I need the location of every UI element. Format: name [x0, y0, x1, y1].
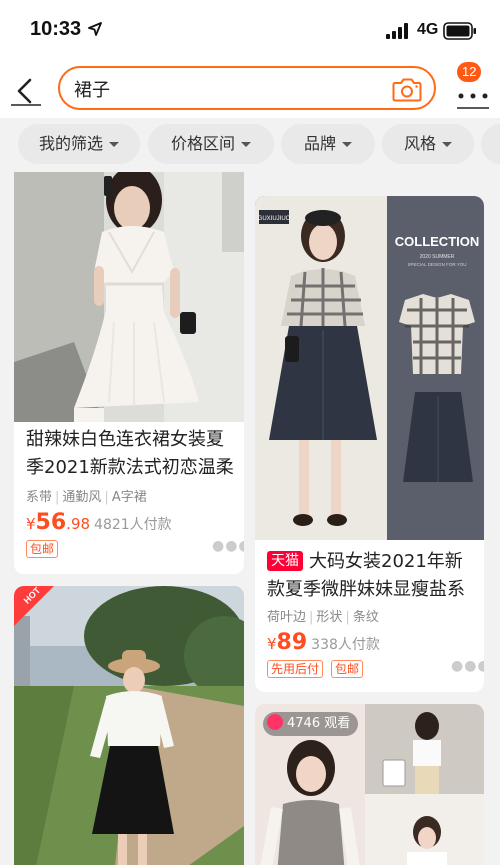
sold-count: 338人付款 [311, 637, 380, 653]
price-row: ¥89 338人付款 [267, 630, 380, 655]
product-title: 天猫 大码女装2021年新 款夏季微胖妹妹显瘦盐系 [267, 548, 484, 604]
caret-down-icon [109, 142, 119, 147]
product-tag: 形状 [316, 610, 343, 625]
product-title-line: 款夏季微胖妹妹显瘦盐系 [267, 579, 465, 600]
status-bar: 10:33 4G [0, 0, 500, 60]
product-tag: 荷叶边 [267, 610, 307, 625]
live-viewers-badge: 4746 观看 [263, 712, 359, 736]
pay-later-tag: 先用后付 [267, 660, 324, 678]
price-currency: ¥ [267, 635, 277, 653]
free-shipping-tag: 包邮 [26, 540, 59, 558]
image-subheading: 2020 SUMMER [420, 254, 455, 260]
product-card[interactable]: HOT [14, 586, 244, 865]
price-integer: 89 [276, 630, 308, 655]
tmall-badge: 天猫 [267, 551, 303, 571]
hot-tag: HOT [14, 586, 54, 626]
network-type: 4G [417, 21, 439, 38]
image-brand-label: GUXIUJIUO [258, 216, 291, 222]
product-card[interactable]: GUXIUJIUO COLLECTION 2020 SUMMER SPECIAL… [255, 196, 484, 692]
search-box[interactable] [58, 66, 436, 110]
image-heading: COLLECTION [395, 234, 480, 249]
product-tags: 系带 | 通勤风 | A字裙 [26, 490, 147, 505]
product-image [14, 586, 244, 865]
product-title-line: 甜辣妹白色连衣裙女装夏 [26, 429, 224, 450]
status-time: 10:33 [30, 18, 82, 40]
price-row: ¥56.98 4821人付款 [26, 510, 172, 535]
product-tag: 条纹 [352, 610, 379, 625]
product-image: GUXIUJIUO COLLECTION 2020 SUMMER SPECIAL… [255, 196, 484, 540]
filter-label: 我的筛选 [38, 134, 103, 153]
image-tagline: SPECIAL DESIGN FOR YOU [407, 262, 466, 267]
product-card[interactable]: 甜辣妹白色连衣裙女装夏 季2021新款法式初恋温柔 系带 | 通勤风 | A字裙 ¥56… [14, 172, 244, 574]
signal-icon [386, 23, 408, 39]
search-header [0, 60, 500, 118]
battery-icon [443, 22, 476, 40]
search-input[interactable] [74, 78, 374, 99]
camera-icon [392, 78, 422, 102]
product-image [14, 172, 244, 422]
product-tag: 系带 [26, 490, 53, 505]
location-arrow-icon [88, 22, 102, 36]
back-button[interactable] [10, 76, 42, 106]
caret-down-icon [241, 142, 251, 147]
back-arrow-icon [11, 78, 41, 106]
price-decimal: .98 [66, 515, 91, 533]
product-tag: A字裙 [111, 490, 147, 505]
notification-badge: 12 [457, 62, 482, 82]
price-integer: 56 [35, 510, 67, 535]
filter-label: 价格区间 [170, 134, 235, 153]
product-tag: 通勤风 [62, 490, 102, 505]
price-currency: ¥ [26, 515, 36, 533]
more-dots-icon[interactable]: ●●● [451, 658, 484, 674]
caret-down-icon [442, 142, 452, 147]
filter-style[interactable]: 风格 [382, 124, 474, 164]
product-title-line: 大码女装2021年新 [309, 551, 463, 572]
product-title-line: 季2021新款法式初恋温柔 [26, 457, 234, 478]
product-card[interactable]: 4746 观看 [255, 704, 484, 865]
live-viewer-count: 4746 观看 [287, 716, 351, 731]
filter-brand[interactable]: 品牌 [281, 124, 375, 164]
more-dots-icon[interactable]: ●●● [212, 538, 244, 554]
product-title: 甜辣妹白色连衣裙女装夏 季2021新款法式初恋温柔 [26, 426, 244, 482]
sold-count: 4821人付款 [94, 517, 172, 533]
filter-label: 品牌 [303, 134, 336, 153]
free-shipping-tag: 包邮 [331, 660, 364, 678]
camera-search-button[interactable] [392, 75, 422, 107]
caret-down-icon [342, 142, 352, 147]
filter-price-range[interactable]: 价格区间 [148, 124, 274, 164]
live-icon [267, 714, 283, 730]
filter-label: 风格 [403, 134, 436, 153]
filter-my-filters[interactable]: 我的筛选 [18, 124, 140, 164]
filter-bar: 我的筛选 价格区间 品牌 风格 [0, 118, 500, 172]
filter-more[interactable] [481, 124, 500, 164]
product-tags: 荷叶边 | 形状 | 条纹 [267, 610, 379, 625]
